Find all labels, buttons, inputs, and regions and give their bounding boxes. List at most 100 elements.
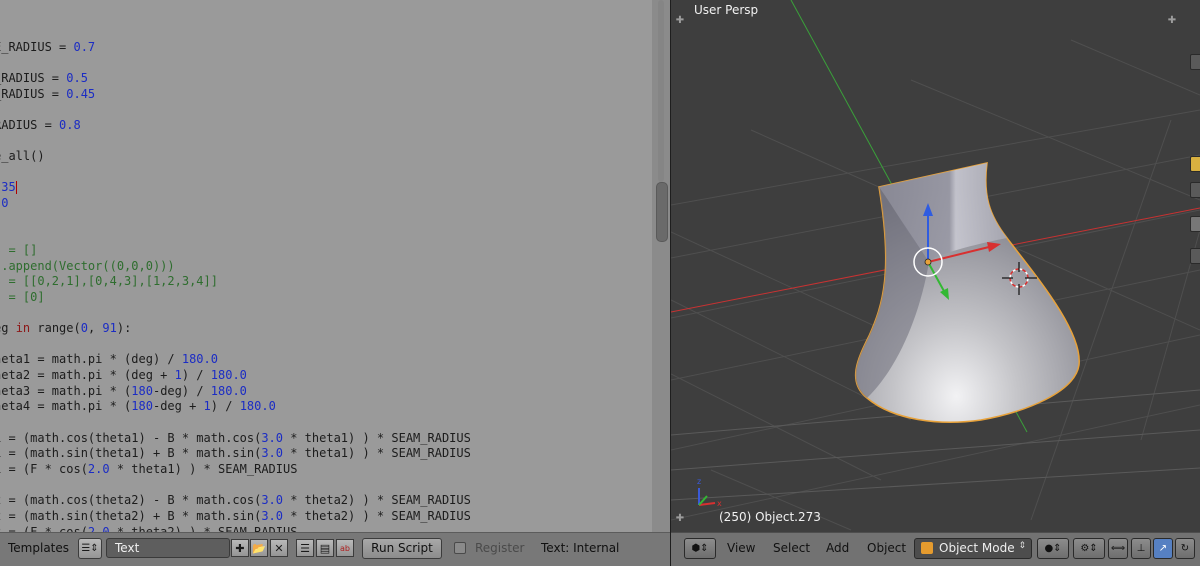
translate-manipulator-icon[interactable]: ↗ <box>1153 538 1173 559</box>
code-line[interactable]: _RADIUS = 0.45 <box>0 87 95 101</box>
code-line[interactable]: s = [0] <box>0 290 45 304</box>
rotate-manipulator-icon[interactable]: ↻ <box>1175 538 1195 559</box>
code-text-token: eg <box>0 321 9 335</box>
code-line[interactable]: 1 = (F * cos(2.0 * theta1) ) * SEAM_RADI… <box>0 462 297 476</box>
code-text-token: heta4 = math.pi * ( <box>0 399 132 413</box>
view-name-label: User Persp <box>694 3 759 17</box>
region-tab-icon[interactable] <box>1190 248 1200 264</box>
code-text-token: ) / <box>181 368 211 382</box>
code-text-token: 1 = (math.sin(theta1) + B * math.sin( <box>0 446 262 460</box>
code-line[interactable]: .35 <box>0 180 17 194</box>
code-line[interactable]: s = [] <box>0 243 37 257</box>
scroll-thumb[interactable] <box>656 182 668 242</box>
text-editor-header: Templates ☰⇕ Text ✚ 📂 ✕ ☰ ▤ ab Run Scrip… <box>0 532 670 566</box>
3d-viewport[interactable]: z x User Persp (250) Object.273 ✚ ✚ ✚ <box>671 0 1200 566</box>
select-menu[interactable]: Select <box>773 541 810 555</box>
code-line[interactable]: heta2 = math.pi * (deg + 1) / 180.0 <box>0 368 247 382</box>
interaction-mode-select[interactable]: Object Mode ⇕ <box>914 538 1032 559</box>
code-text-token: _RADIUS = <box>0 71 67 85</box>
code-number-token: 91 <box>102 321 117 335</box>
code-line[interactable]: heta3 = math.pi * (180-deg) / 180.0 <box>0 384 247 398</box>
snap-toggle-icon[interactable]: ⟺ <box>1108 538 1128 559</box>
code-line[interactable]: 1 = (math.sin(theta1) + B * math.sin(3.0… <box>0 446 471 460</box>
syntax-highlight-icon[interactable]: ab <box>336 539 354 557</box>
code-area[interactable]: E_RADIUS = 0.7 _RADIUS = 0.5 _RADIUS = 0.4… <box>0 0 652 532</box>
code-number-token: 0.7 <box>73 40 96 54</box>
manipulator-toggle-icon[interactable]: ⊥ <box>1131 538 1151 559</box>
word-wrap-icon[interactable]: ▤ <box>316 539 334 557</box>
line-numbers-icon[interactable]: ☰ <box>296 539 314 557</box>
svg-text:z: z <box>697 477 701 486</box>
code-text-token: s.append(Vector((0,0,0))) <box>0 259 175 273</box>
code-text-token: s = [0] <box>0 290 45 304</box>
region-tab-icon[interactable] <box>1190 216 1200 232</box>
code-text-token: heta3 = math.pi * ( <box>0 384 132 398</box>
vertical-scrollbar[interactable] <box>652 0 670 532</box>
code-number-token: 180 <box>131 384 153 398</box>
code-text-token: -deg + <box>152 399 204 413</box>
text-datablock-field[interactable]: Text <box>106 538 230 558</box>
code-text-token: s = [[0,2,1],[0,4,3],[1,2,3,4]] <box>0 274 218 288</box>
text-datablock-browse-icon[interactable]: ☰⇕ <box>78 538 102 559</box>
code-line[interactable]: s = [[0,2,1],[0,4,3],[1,2,3,4]] <box>0 274 218 288</box>
text-datablock-name: Text <box>115 541 140 555</box>
code-number-token: 3.0 <box>261 509 283 523</box>
code-text-token: E_RADIUS = <box>0 40 74 54</box>
editor-type-icon[interactable]: ⬢⇕ <box>684 538 716 559</box>
chevron-updown-icon: ⇕ <box>1018 541 1026 551</box>
code-number-token: 0.5 <box>66 71 88 85</box>
code-number-token: 2.0 <box>87 462 110 476</box>
new-text-icon[interactable]: ✚ <box>231 539 249 557</box>
code-text-token: * theta2) ) * SEAM_RADIUS <box>283 493 471 507</box>
properties-region-edge[interactable] <box>1186 0 1200 300</box>
code-line[interactable]: 2 = (math.cos(theta2) - B * math.cos(3.0… <box>0 493 471 507</box>
code-text-token: -deg) / <box>152 384 211 398</box>
code-text-token: range( <box>30 321 81 335</box>
code-line[interactable]: heta1 = math.pi * (deg) / 180.0 <box>0 352 218 366</box>
code-number-token: 180.0 <box>210 384 247 398</box>
code-number-token: 1 <box>174 368 182 382</box>
code-line[interactable]: 1 = (math.cos(theta1) - B * math.cos(3.0… <box>0 431 471 445</box>
code-number-token: 1 <box>203 399 211 413</box>
code-line[interactable]: 2 = (math.sin(theta2) + B * math.sin(3.0… <box>0 509 471 523</box>
object-info-label: (250) Object.273 <box>719 510 821 524</box>
code-number-token: .35 <box>0 180 16 194</box>
unlink-text-icon[interactable]: ✕ <box>270 539 288 557</box>
run-script-button[interactable]: Run Script <box>362 538 442 559</box>
object-menu[interactable]: Object <box>867 541 906 555</box>
code-line[interactable]: heta4 = math.pi * (180-deg + 1) / 180.0 <box>0 399 276 413</box>
text-editor-area[interactable]: E_RADIUS = 0.7 _RADIUS = 0.5 _RADIUS = 0.4… <box>0 0 670 566</box>
code-number-token: 3.0 <box>261 493 283 507</box>
code-line[interactable]: s.append(Vector((0,0,0))) <box>0 259 175 273</box>
code-number-token: 180.0 <box>210 368 247 382</box>
add-menu[interactable]: Add <box>826 541 849 555</box>
code-line[interactable]: _RADIUS = 0.5 <box>0 71 88 85</box>
region-tab-icon[interactable] <box>1190 54 1200 70</box>
code-number-token: .0 <box>0 196 9 210</box>
code-text-token: heta2 = math.pi * (deg + <box>0 368 175 382</box>
viewport-shading-icon[interactable]: ●⇕ <box>1037 538 1069 559</box>
region-tab-icon[interactable] <box>1190 156 1200 172</box>
code-number-token: 180.0 <box>239 399 276 413</box>
view-menu[interactable]: View <box>727 541 755 555</box>
code-line[interactable]: E_RADIUS = 0.7 <box>0 40 95 54</box>
selected-mesh-object <box>854 162 1080 423</box>
pivot-point-icon[interactable]: ⚙⇕ <box>1073 538 1105 559</box>
code-line[interactable]: e_all() <box>0 149 45 163</box>
code-line[interactable]: eg in range(0, 91): <box>0 321 131 335</box>
area-split-top-left-icon[interactable]: ✚ <box>675 16 685 26</box>
code-text-token: * theta2) ) * SEAM_RADIUS <box>283 509 471 523</box>
code-line[interactable]: 2 = (F * cos(2.0 * theta2) ) * SEAM_RADI… <box>0 525 297 532</box>
open-text-icon[interactable]: 📂 <box>250 539 268 557</box>
orientation-axes-icon: z x <box>697 477 722 508</box>
area-split-top-right-icon[interactable]: ✚ <box>1167 16 1177 26</box>
code-line[interactable]: .0 <box>0 196 8 210</box>
code-text-token: * theta2) ) * SEAM_RADIUS <box>109 525 298 532</box>
area-split-bottom-left-icon[interactable]: ✚ <box>675 514 685 524</box>
templates-menu[interactable]: Templates <box>8 541 69 555</box>
code-text-token: ) / <box>210 399 240 413</box>
code-line[interactable]: RADIUS = 0.8 <box>0 118 81 132</box>
register-checkbox[interactable] <box>454 542 466 554</box>
region-tab-icon[interactable] <box>1190 182 1200 198</box>
viewport-canvas[interactable]: z x <box>671 0 1200 532</box>
